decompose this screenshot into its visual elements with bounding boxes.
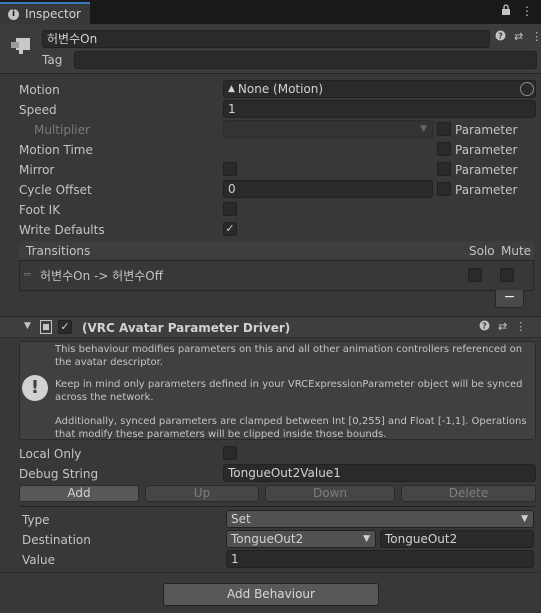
tab-inspector[interactable]: i Inspector	[0, 2, 90, 24]
local-only-label: Local Only	[19, 447, 82, 461]
chevron-down-icon: ▼	[363, 534, 370, 544]
write-defaults-label: Write Defaults	[19, 223, 105, 237]
help-icon[interactable]: ?	[495, 30, 506, 44]
mirror-checkbox[interactable]	[223, 162, 237, 176]
motion-field[interactable]: ▲ None (Motion)	[223, 80, 536, 98]
divider	[19, 506, 536, 507]
cycle-offset-parameter-checkbox[interactable]	[437, 182, 451, 196]
destination-value: TongueOut2	[231, 532, 304, 546]
chevron-down-icon: ▼	[420, 124, 427, 134]
presets-icon[interactable]: ⇄	[514, 30, 523, 44]
destination-dropdown[interactable]: TongueOut2 ▼	[226, 530, 376, 548]
motion-label: Motion	[19, 83, 60, 97]
value-label: Value	[22, 553, 55, 567]
svg-text:?: ?	[498, 32, 503, 41]
motion-time-label: Motion Time	[19, 143, 93, 157]
cycle-offset-field[interactable]: 0	[223, 180, 433, 198]
info-icon: i	[8, 8, 19, 20]
multiplier-parameter-checkbox[interactable]	[437, 122, 451, 136]
transition-label: 허변수On -> 허변수Off	[40, 269, 164, 283]
drag-handle-icon[interactable]: ═	[24, 268, 31, 281]
transition-mute-checkbox[interactable]	[500, 268, 514, 282]
component-menu-icon[interactable]: ⋮	[515, 320, 526, 334]
solo-column-label: Solo	[469, 244, 495, 258]
write-defaults-checkbox[interactable]: ✓	[223, 222, 237, 236]
tab-label: Inspector	[25, 7, 81, 21]
debug-string-label: Debug String	[19, 467, 99, 481]
cycle-offset-parameter-label: Parameter	[455, 183, 518, 197]
tab-icons: ⋮	[501, 4, 533, 18]
component-presets-icon[interactable]: ⇄	[498, 320, 507, 334]
destination-text-field[interactable]: TongueOut2	[380, 530, 534, 548]
object-picker-icon[interactable]	[520, 82, 534, 96]
script-icon	[40, 320, 52, 334]
motion-time-parameter-checkbox[interactable]	[437, 142, 451, 156]
transition-solo-checkbox[interactable]	[468, 268, 482, 282]
mirror-parameter-label: Parameter	[455, 163, 518, 177]
down-button[interactable]: Down	[265, 485, 395, 502]
speed-field[interactable]: 1	[223, 100, 536, 118]
up-button[interactable]: Up	[145, 485, 259, 502]
menu-icon[interactable]: ⋮	[521, 4, 533, 18]
delete-button[interactable]: Delete	[401, 485, 536, 502]
component-header-icons: ? ⇄ ⋮	[479, 320, 526, 334]
add-behaviour-button[interactable]: Add Behaviour	[163, 583, 379, 606]
mirror-label: Mirror	[19, 163, 55, 177]
component-help-icon[interactable]: ?	[479, 320, 490, 334]
remove-transition-button[interactable]: −	[495, 290, 524, 308]
mirror-parameter-checkbox[interactable]	[437, 162, 451, 176]
foot-ik-checkbox[interactable]	[223, 202, 237, 216]
transitions-title: Transitions	[26, 244, 91, 258]
add-button[interactable]: Add	[19, 485, 139, 502]
name-field[interactable]: 허변수On	[42, 30, 490, 48]
transitions-header	[19, 241, 534, 261]
tag-label: Tag	[42, 53, 63, 67]
svg-text:?: ?	[482, 322, 487, 331]
multiplier-parameter-label: Parameter	[455, 123, 518, 137]
component-title: (VRC Avatar Parameter Driver)	[82, 321, 291, 335]
cycle-offset-label: Cycle Offset	[19, 183, 92, 197]
destination-label: Destination	[22, 533, 91, 547]
footer-divider	[0, 572, 541, 573]
help-text-1: This behaviour modifies parameters on th…	[55, 344, 523, 368]
foldout-arrow-icon[interactable]: ▼	[24, 321, 31, 331]
type-label: Type	[22, 513, 50, 527]
local-only-checkbox[interactable]	[223, 446, 237, 460]
header-icons: ? ⇄ ⋮	[495, 30, 541, 44]
help-text-2: Keep in mind only parameters defined in …	[55, 379, 523, 403]
motion-clip-icon: ▲	[228, 84, 235, 94]
tag-field[interactable]	[74, 51, 537, 69]
multiplier-label: Multiplier	[34, 123, 90, 137]
mute-column-label: Mute	[501, 244, 532, 258]
multiplier-dropdown: ▼	[223, 120, 433, 138]
warning-icon: !	[22, 375, 48, 401]
speed-label: Speed	[19, 103, 57, 117]
value-field[interactable]: 1	[226, 550, 534, 568]
debug-string-field[interactable]: TongueOut2Value1	[223, 464, 536, 482]
type-value: Set	[231, 512, 251, 526]
component-enabled-checkbox[interactable]: ✓	[58, 320, 72, 334]
context-menu-icon[interactable]: ⋮	[531, 30, 541, 44]
lock-icon[interactable]	[501, 4, 511, 18]
type-dropdown[interactable]: Set ▼	[226, 510, 534, 528]
motion-value: None (Motion)	[237, 82, 324, 96]
chevron-down-icon: ▼	[521, 514, 528, 524]
state-icon	[10, 34, 32, 56]
motion-time-parameter-label: Parameter	[455, 143, 518, 157]
help-text-3: Additionally, synced parameters are clam…	[55, 416, 527, 440]
foot-ik-label: Foot IK	[19, 203, 61, 217]
